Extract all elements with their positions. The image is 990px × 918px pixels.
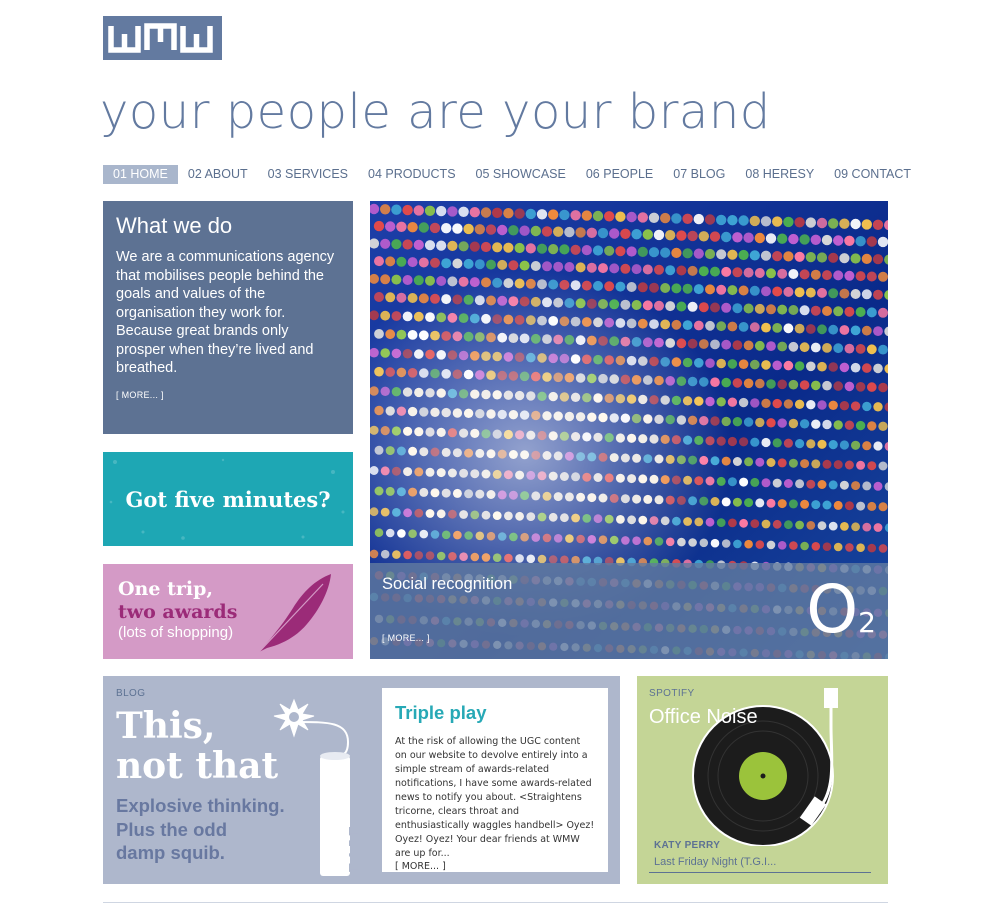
- nav-item-products[interactable]: 04 PRODUCTS: [358, 165, 466, 184]
- blog-headline[interactable]: This, not that: [116, 706, 278, 786]
- spotify-title: Office Noise: [649, 706, 758, 728]
- what-we-do-body: We are a communications agency that mobi…: [116, 249, 335, 376]
- o2-logo: O2: [806, 577, 876, 643]
- wmw-logo[interactable]: [103, 16, 222, 60]
- nav-item-home[interactable]: 01 HOME: [103, 165, 178, 184]
- what-we-do-title: What we do: [116, 213, 233, 238]
- o2-logo-2: 2: [858, 606, 876, 639]
- hero-title: Social recognition: [382, 575, 513, 593]
- wmw-logo-mark: [108, 23, 213, 53]
- nav-item-contact[interactable]: 09 CONTACT: [824, 165, 921, 184]
- what-we-do-more-link[interactable]: [ MORE... ]: [116, 390, 164, 400]
- track-divider: [649, 872, 871, 873]
- blog-label: BLOG: [116, 688, 146, 699]
- nav-item-blog[interactable]: 07 BLOG: [663, 165, 735, 184]
- blog-post-excerpt: At the risk of allowing the UGC content …: [395, 736, 595, 859]
- blog-post-card: Triple play At the risk of allowing the …: [382, 688, 608, 872]
- blog-post-more-link[interactable]: [ MORE... ]: [395, 861, 595, 872]
- blog-post-title[interactable]: Triple play: [395, 702, 595, 724]
- footer-divider: [103, 902, 888, 903]
- hero-caption: Social recognition [ MORE... ] O2: [370, 563, 888, 659]
- blog-subtitle-line2: Plus the odd: [116, 818, 227, 840]
- track-title[interactable]: Last Friday Night (T.G.I...: [654, 856, 776, 868]
- blog-subtitle-line1: Explosive thinking.: [116, 795, 285, 816]
- nav-item-showcase[interactable]: 05 SHOWCASE: [466, 165, 576, 184]
- hero-feature[interactable]: Social recognition [ MORE... ] O2: [370, 201, 888, 659]
- blog-headline-line2: not that: [116, 745, 279, 787]
- one-trip-line2: two awards: [118, 601, 238, 623]
- nav-item-heresy[interactable]: 08 HERESY: [735, 165, 824, 184]
- main-nav: 01 HOME 02 ABOUT 03 SERVICES 04 PRODUCTS…: [103, 165, 921, 184]
- tagline: your people are your brand: [100, 84, 771, 140]
- five-minutes-banner[interactable]: Got five minutes?: [103, 452, 353, 546]
- one-trip-line3: (lots of shopping): [118, 624, 234, 641]
- dynamite-label: TNT: [343, 823, 358, 876]
- hero-more-link[interactable]: [ MORE... ]: [382, 633, 430, 643]
- nav-item-about[interactable]: 02 ABOUT: [178, 165, 258, 184]
- spotify-label: SPOTIFY: [649, 688, 695, 699]
- track-artist: KATY PERRY: [654, 840, 721, 851]
- dynamite-icon: TNT: [273, 698, 358, 876]
- o2-logo-o: O: [806, 571, 859, 648]
- one-trip-line1: One trip,: [118, 578, 213, 600]
- spotify-panel[interactable]: SPOTIFY Office Noise KATY PERRY Last Fri…: [637, 676, 888, 884]
- nav-item-people[interactable]: 06 PEOPLE: [576, 165, 663, 184]
- blog-headline-line1: This,: [116, 705, 216, 747]
- five-minutes-label: Got five minutes?: [125, 486, 331, 512]
- blog-subtitle-line3: damp squib.: [116, 842, 225, 863]
- one-trip-banner[interactable]: One trip, two awards (lots of shopping): [103, 564, 353, 659]
- blog-subtitle: Explosive thinking. Plus the odd damp sq…: [116, 794, 285, 865]
- what-we-do-panel: What we do We are a communications agenc…: [103, 201, 353, 434]
- blog-panel: BLOG This, not that Explosive thinking. …: [103, 676, 620, 884]
- nav-item-services[interactable]: 03 SERVICES: [258, 165, 358, 184]
